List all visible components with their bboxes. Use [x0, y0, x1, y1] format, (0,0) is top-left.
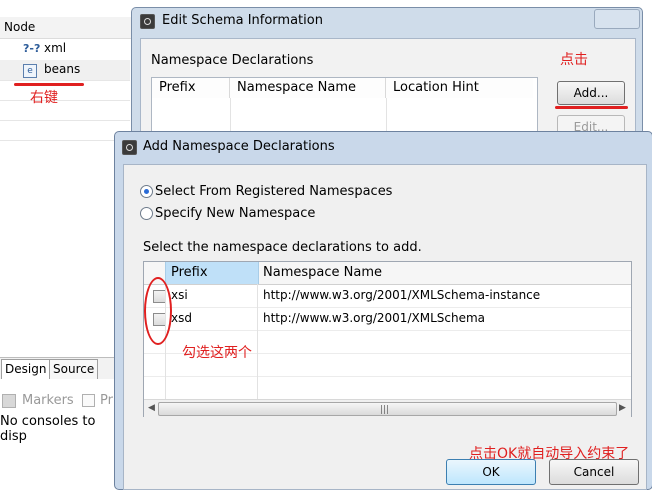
eclipse-dialog-icon: [140, 14, 155, 29]
grid-header: Prefix Namespace Name: [144, 262, 631, 285]
radio-new[interactable]: [140, 207, 153, 220]
column-header-namespace[interactable]: Namespace Name: [263, 265, 382, 280]
row-prefix: xsd: [171, 311, 192, 325]
radio-registered-label[interactable]: Select From Registered Namespaces: [155, 184, 392, 199]
row-namespace: http://www.w3.org/2001/XMLSchema: [263, 311, 485, 325]
console-message: No consoles to disp: [0, 412, 125, 444]
column-header-prefix[interactable]: Prefix: [171, 265, 208, 280]
column-header-prefix[interactable]: Prefix: [152, 78, 230, 98]
row-prefix: xsi: [171, 288, 188, 302]
grip-icon: |||: [380, 405, 390, 415]
tree-item-label: xml: [44, 41, 67, 55]
annotation-circle-checkboxes: [144, 277, 172, 345]
row-divider: [0, 120, 130, 121]
node-header-label: Node: [4, 20, 36, 34]
tab-design[interactable]: Design: [1, 359, 51, 379]
row-divider: [0, 140, 130, 141]
scroll-right-icon[interactable]: ▶: [619, 403, 626, 413]
row-divider: [0, 100, 130, 101]
annotation-right-click: 右键: [30, 90, 58, 106]
tab-properties[interactable]: Pr: [100, 393, 113, 408]
annotation-underline-add: [555, 106, 628, 109]
section-label: Namespace Declarations: [151, 53, 314, 68]
add-namespace-dialog: Add Namespace Declarations Select From R…: [114, 131, 652, 490]
element-icon: e: [23, 64, 37, 78]
scroll-left-icon[interactable]: ◀: [148, 403, 155, 413]
annotation-underline-beans: [14, 83, 84, 86]
radio-new-label[interactable]: Specify New Namespace: [155, 206, 315, 221]
radio-registered[interactable]: [140, 185, 153, 198]
instruction-text: Select the namespace declarations to add…: [143, 240, 422, 255]
row-divider: [0, 80, 130, 81]
column-header-location[interactable]: Location Hint: [386, 78, 533, 98]
xml-declaration-icon: ?-?: [23, 42, 41, 55]
tree-item-label: beans: [44, 62, 81, 76]
eclipse-dialog-icon: [122, 140, 137, 155]
add-button[interactable]: Add...: [557, 81, 625, 105]
horizontal-scrollbar[interactable]: ◀ ||| ▶: [144, 399, 631, 417]
annotation-click-ok: 点击OK就自动导入约束了: [469, 446, 630, 462]
dialog-body: Select From Registered Namespaces Specif…: [123, 164, 647, 490]
tab-source[interactable]: Source: [49, 359, 99, 379]
properties-icon: [82, 394, 95, 407]
row-namespace: http://www.w3.org/2001/XMLSchema-instanc…: [263, 288, 541, 302]
dialog-title: Edit Schema Information: [162, 13, 323, 28]
table-row[interactable]: xsi http://www.w3.org/2001/XMLSchema-ins…: [144, 285, 631, 308]
views-tab-bar: Markers Pr: [0, 390, 125, 412]
scrollbar-thumb[interactable]: |||: [158, 402, 617, 416]
dialog-title: Add Namespace Declarations: [143, 139, 335, 154]
annotation-click: 点击: [560, 52, 588, 68]
annotation-select-both: 勾选这两个: [182, 345, 252, 361]
tree-item-xml[interactable]: ?-? xml: [0, 39, 130, 59]
namespace-grid[interactable]: Prefix Namespace Name xsi http://www.w3.…: [143, 261, 632, 417]
tree-item-beans[interactable]: e beans: [0, 60, 130, 80]
table-row[interactable]: xsd http://www.w3.org/2001/XMLSchema: [144, 308, 631, 331]
markers-icon: [2, 394, 16, 408]
close-button[interactable]: [594, 9, 640, 29]
column-header-namespace[interactable]: Namespace Name: [230, 78, 386, 98]
editor-tab-bar: Design Source: [0, 357, 125, 379]
node-column-header: Node: [0, 17, 140, 39]
column-divider: [257, 284, 258, 399]
console-text: No consoles to disp: [0, 414, 96, 444]
tab-markers[interactable]: Markers: [22, 393, 74, 408]
